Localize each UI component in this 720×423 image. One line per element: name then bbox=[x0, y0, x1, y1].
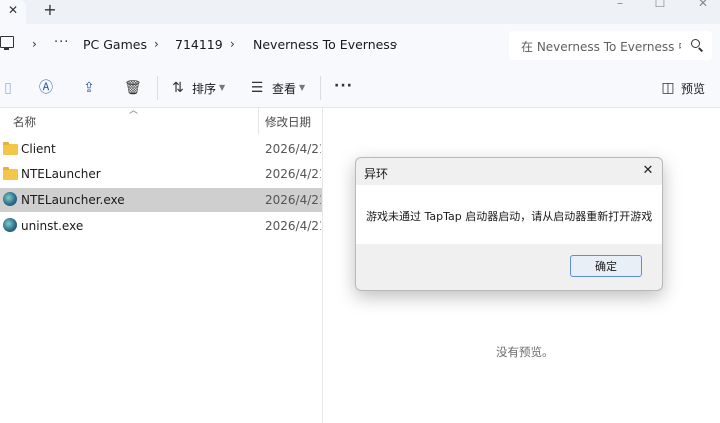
more-options-button[interactable]: ··· bbox=[334, 78, 353, 94]
search-input[interactable]: 在 Neverness To Everness 中搜索 bbox=[521, 38, 681, 55]
preview-empty-text: 没有预览。 bbox=[496, 345, 554, 359]
minimize-icon[interactable]: – bbox=[605, 0, 635, 9]
breadcrumb-item-pc-games[interactable]: PC Games bbox=[83, 37, 147, 53]
sort-icon[interactable]: ⇅ bbox=[170, 80, 186, 96]
chevron-right-icon[interactable]: › bbox=[32, 36, 37, 52]
ok-button[interactable]: 确定 bbox=[570, 255, 642, 277]
search-box[interactable]: 在 Neverness To Everness 中搜索 bbox=[509, 31, 712, 60]
dialog-body: 游戏未通过 TapTap 启动器启动，请从启动器重新打开游戏 bbox=[356, 185, 662, 244]
toolbar-divider bbox=[157, 76, 158, 100]
preview-button[interactable]: 预览 bbox=[681, 81, 705, 97]
app-icon bbox=[3, 218, 17, 232]
sort-button[interactable]: 排序 bbox=[192, 81, 216, 97]
share-icon[interactable]: ⇪ bbox=[81, 80, 97, 96]
close-tab-icon[interactable]: ✕ bbox=[6, 3, 20, 17]
chevron-down-icon[interactable]: ▼ bbox=[299, 83, 305, 92]
list-item-selected[interactable]: NTELauncher.exe 2026/4/21 bbox=[0, 188, 322, 212]
delete-icon[interactable]: 🗑 bbox=[124, 80, 142, 96]
list-item[interactable]: NTELauncher 2026/4/21 bbox=[0, 162, 322, 186]
file-name: NTELauncher.exe bbox=[21, 193, 125, 207]
toolbar-divider bbox=[320, 76, 321, 100]
rename-icon[interactable]: Ⓐ bbox=[38, 80, 54, 96]
file-name: uninst.exe bbox=[21, 219, 84, 233]
folder-icon bbox=[3, 142, 18, 155]
preview-pane-divider[interactable] bbox=[322, 108, 323, 423]
chevron-right-icon[interactable]: › bbox=[154, 36, 159, 52]
app-icon bbox=[3, 192, 17, 206]
breadcrumb-overflow[interactable]: ··· bbox=[54, 35, 69, 50]
file-date: 2026/4/21 bbox=[265, 193, 321, 207]
window-close-icon[interactable]: ✕ bbox=[688, 0, 718, 9]
copy-icon[interactable]: ▯ bbox=[0, 80, 16, 96]
chevron-down-icon[interactable]: ▼ bbox=[219, 83, 225, 92]
new-tab-icon[interactable]: + bbox=[42, 1, 58, 19]
view-icon[interactable]: ☰ bbox=[249, 80, 265, 96]
tab-strip: ✕ + – ☐ ✕ bbox=[0, 0, 720, 24]
list-item[interactable]: Client 2026/4/21 bbox=[0, 137, 322, 161]
preview-pane-icon[interactable]: ◫ bbox=[660, 80, 676, 96]
search-icon[interactable] bbox=[691, 39, 700, 48]
this-pc-icon[interactable] bbox=[0, 36, 14, 50]
message-dialog: 异环 ✕ 游戏未通过 TapTap 启动器启动，请从启动器重新打开游戏 确定 bbox=[355, 157, 663, 291]
file-name: NTELauncher bbox=[21, 167, 101, 181]
chevron-right-icon[interactable]: › bbox=[393, 36, 398, 52]
close-icon[interactable]: ✕ bbox=[640, 163, 656, 179]
file-date: 2026/4/21 bbox=[265, 219, 321, 233]
column-divider[interactable] bbox=[258, 108, 259, 134]
maximize-icon[interactable]: ☐ bbox=[645, 0, 675, 9]
file-name: Client bbox=[21, 142, 56, 156]
folder-icon bbox=[3, 167, 18, 180]
active-tab[interactable]: ✕ bbox=[0, 0, 26, 24]
chevron-right-icon[interactable]: › bbox=[230, 36, 235, 52]
list-item[interactable]: uninst.exe 2026/4/21 bbox=[0, 214, 322, 238]
view-button[interactable]: 查看 bbox=[272, 81, 296, 97]
file-date: 2026/4/21 bbox=[265, 142, 321, 156]
breadcrumb-item-neverness[interactable]: Neverness To Everness bbox=[253, 37, 396, 53]
command-bar bbox=[0, 68, 720, 108]
file-date: 2026/4/21 bbox=[265, 167, 321, 181]
dialog-title: 异环 bbox=[364, 167, 389, 181]
dialog-message: 游戏未通过 TapTap 启动器启动，请从启动器重新打开游戏 bbox=[366, 210, 653, 223]
sort-ascending-icon: ︿ bbox=[129, 106, 139, 116]
breadcrumb-item-714119[interactable]: 714119 bbox=[175, 37, 223, 53]
